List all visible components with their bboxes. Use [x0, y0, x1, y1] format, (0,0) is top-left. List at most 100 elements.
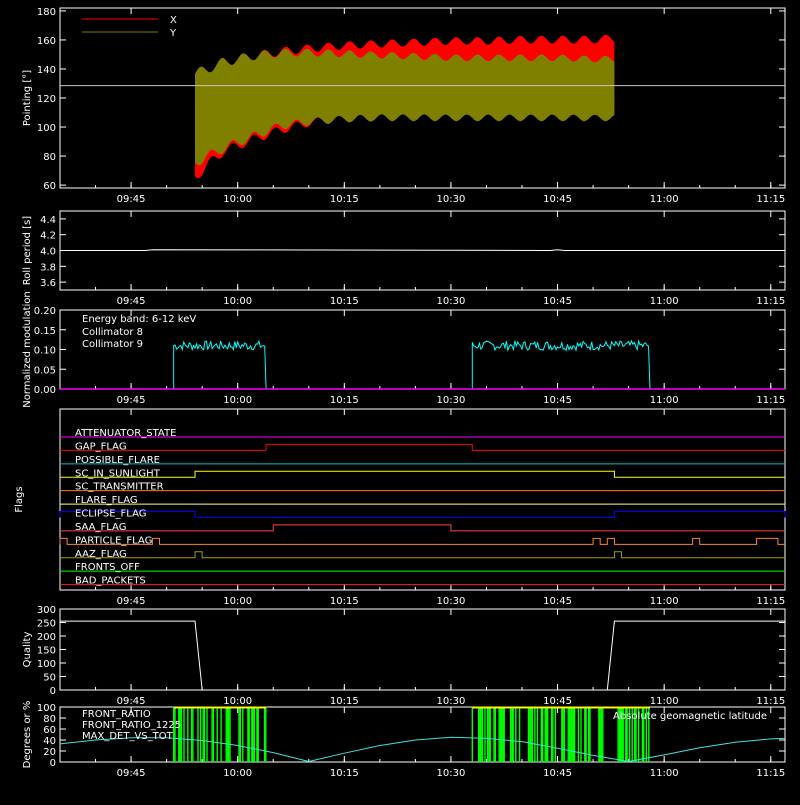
flag-label: AAZ_FLAG: [75, 549, 127, 560]
y-tick-label: 100: [37, 659, 56, 670]
y-tick-label: 3.8: [40, 262, 56, 273]
flag-label: ATTENUATOR_STATE: [75, 428, 176, 439]
flag-label: SC_IN_SUNLIGHT: [75, 468, 161, 479]
x-tick-label: 11:00: [650, 194, 679, 205]
x-tick-label: 10:45: [543, 768, 572, 779]
y-tick-label: 20: [43, 747, 56, 758]
x-tick-label: 10:00: [223, 395, 252, 406]
x-tick-label: 10:15: [330, 194, 359, 205]
x-tick-label: 10:15: [330, 768, 359, 779]
x-tick-label: 09:45: [117, 696, 146, 707]
x-tick-label: 09:45: [117, 395, 146, 406]
x-tick-label: 11:00: [650, 296, 679, 307]
x-tick-label: 10:15: [330, 395, 359, 406]
legend-label: Collimator 8: [82, 327, 143, 338]
flag-label: PARTICLE_FLAG: [75, 535, 152, 546]
y-tick-label: 200: [37, 632, 56, 643]
flag-label: FLARE_FLAG: [75, 495, 138, 506]
y-tick-label: 300: [37, 605, 56, 616]
x-tick-label: 10:00: [223, 194, 252, 205]
roll-period-line: [60, 249, 785, 252]
y-tick-label: 50: [43, 673, 56, 684]
y-axis-label: Pointing [°]: [22, 70, 33, 126]
legend-label: FRONT_RATIO_1225: [82, 720, 181, 731]
x-tick-label: 11:00: [650, 395, 679, 406]
flag-trace-particle-flag: [59, 537, 785, 545]
legend-label: MAX_DET_VS_TOT: [82, 731, 174, 742]
x-tick-label: 10:30: [437, 768, 466, 779]
x-tick-label: 11:15: [756, 395, 785, 406]
x-tick-label: 10:15: [330, 696, 359, 707]
y-tick-label: 0.00: [34, 385, 56, 396]
x-tick-label: 10:15: [330, 596, 359, 607]
y-tick-label: 3.6: [40, 278, 56, 289]
x-tick-label: 11:15: [756, 596, 785, 607]
hessi-observation-summary: 09:45 10:00 10:15 10:30 10:45 11:00 11:15 60 80 1…: [0, 0, 800, 800]
y-axis-label: Degrees or %: [22, 701, 33, 769]
y-tick-label: 0: [50, 686, 56, 697]
x-tick-label: 10:00: [223, 596, 252, 607]
x-tick-label: 10:45: [543, 596, 572, 607]
x-tick-label: 10:30: [437, 395, 466, 406]
y-tick-label: 100: [37, 703, 56, 714]
y-tick-label: 60: [43, 725, 56, 736]
x-tick-label: 11:15: [756, 696, 785, 707]
y-tick-label: 150: [37, 646, 56, 657]
x-tick-label: 09:45: [117, 768, 146, 779]
series-y-band: [195, 48, 615, 166]
flag-label: SAA_FLAG: [75, 522, 126, 533]
flag-label: SC_TRANSMITTER: [75, 482, 164, 493]
y-tick-label: 0.05: [34, 365, 56, 376]
flag-trace-gap-flag: [60, 443, 785, 451]
y-axis-label: Flags: [14, 486, 25, 512]
legend-label: X: [170, 15, 177, 26]
legend-label: FRONT_RATIO: [82, 709, 151, 720]
x-tick-label: 09:45: [117, 596, 146, 607]
y-tick-label: 4.2: [40, 231, 56, 242]
y-tick-label: 160: [37, 36, 56, 47]
flag-trace-saa-flag: [60, 524, 785, 532]
flag-label: GAP_FLAG: [75, 441, 127, 452]
y-tick-label: 0.20: [34, 306, 56, 317]
multi-panel-time-series: 09:45 10:00 10:15 10:30 10:45 11:00 11:1560801…: [14, 7, 786, 779]
y-tick-label: 180: [37, 7, 56, 18]
y-axis-label: Normalized modulation: [22, 291, 33, 408]
x-tick-label: 09:45: [117, 194, 146, 205]
x-tick-label: 10:45: [543, 194, 572, 205]
quality-line: [60, 620, 785, 691]
flag-label: POSSIBLE_FLARE: [75, 455, 160, 466]
y-tick-label: 0.10: [34, 346, 56, 357]
legend-label-geomagnetic: Absolute geomagnetic latitude: [613, 711, 767, 722]
x-tick-label: 10:45: [543, 696, 572, 707]
legend-label: Y: [169, 28, 177, 39]
y-tick-label: 0.15: [34, 326, 56, 337]
annotation-energy-band: Energy band: 6-12 keV: [82, 314, 196, 325]
flag-trace-aaz-flag: [60, 551, 785, 559]
collimator-8-segment: [173, 339, 267, 390]
y-tick-label: 80: [43, 714, 56, 725]
y-axis-label: Quality: [22, 632, 33, 668]
y-tick-label: 0: [50, 758, 56, 769]
flag-label: BAD_PACKETS: [75, 576, 146, 587]
x-tick-label: 10:00: [223, 296, 252, 307]
x-tick-label: 10:45: [543, 296, 572, 307]
x-tick-label: 10:30: [437, 596, 466, 607]
x-tick-label: 11:00: [650, 696, 679, 707]
x-tick-label: 10:45: [543, 395, 572, 406]
y-tick-label: 120: [37, 94, 56, 105]
y-tick-label: 40: [43, 736, 56, 747]
y-axis-label: Roll period [s]: [22, 216, 33, 285]
y-tick-label: 250: [37, 619, 56, 630]
collimator-8-segment: [471, 339, 651, 390]
x-tick-label: 11:15: [756, 296, 785, 307]
y-tick-label: 4.4: [40, 215, 56, 226]
flag-trace-eclipse-flag: [59, 511, 786, 518]
x-tick-label: 09:45: [117, 296, 146, 307]
flag-label: ECLIPSE_FLAG: [75, 509, 146, 520]
y-tick-label: 60: [43, 181, 56, 192]
flag-label: FRONTS_OFF: [75, 562, 140, 573]
y-tick-label: 4.0: [40, 247, 56, 258]
y-tick-label: 140: [37, 65, 56, 76]
x-tick-label: 11:00: [650, 768, 679, 779]
x-tick-label: 11:15: [756, 768, 785, 779]
